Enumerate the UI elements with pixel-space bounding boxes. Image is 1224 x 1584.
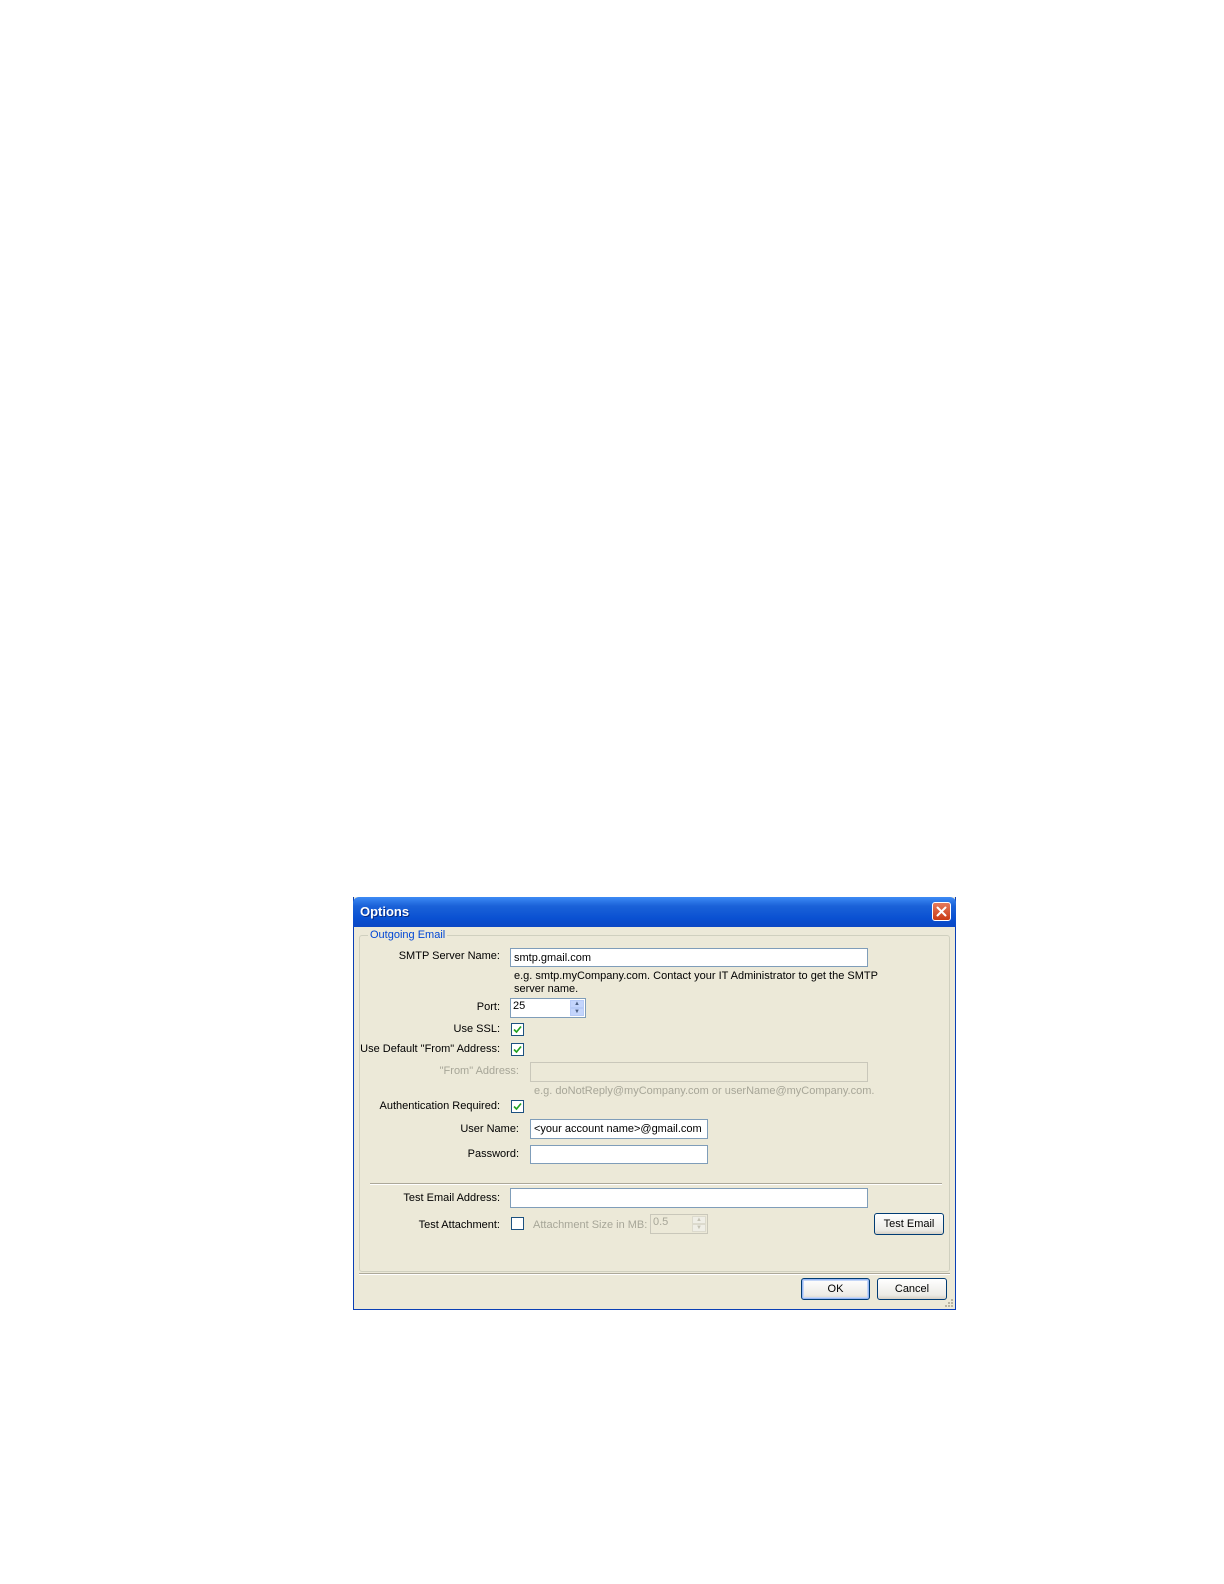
checkmark-icon — [513, 1102, 522, 1111]
port-stepper[interactable]: 25 ▲ ▼ — [510, 998, 586, 1018]
port-spin-buttons[interactable]: ▲ ▼ — [570, 1000, 584, 1016]
ok-button[interactable]: OK — [801, 1278, 870, 1300]
from-address-input[interactable] — [530, 1062, 868, 1082]
spin-down-icon[interactable]: ▼ — [570, 1008, 584, 1016]
spin-up-icon[interactable]: ▲ — [570, 1000, 584, 1008]
use-default-from-label: Use Default "From" Address: — [360, 1043, 500, 1055]
cancel-button[interactable]: Cancel — [877, 1278, 947, 1300]
smtp-hint-line2: server name. — [514, 983, 579, 995]
test-email-button[interactable]: Test Email — [874, 1213, 944, 1235]
use-default-from-checkbox[interactable] — [511, 1043, 524, 1056]
title-bar[interactable]: Options — [353, 897, 956, 927]
smtp-hint-line1: e.g. smtp.myCompany.com. Contact your IT… — [514, 970, 878, 982]
test-attachment-label: Test Attachment: — [418, 1219, 500, 1231]
attachment-size-label: Attachment Size in MB: — [533, 1219, 648, 1231]
authentication-label: Authentication Required: — [379, 1100, 500, 1112]
use-ssl-label: Use SSL: — [453, 1023, 500, 1035]
attachment-size-value: 0.5 — [653, 1216, 669, 1228]
window-title: Options — [360, 904, 410, 919]
test-email-address-input[interactable] — [510, 1188, 868, 1208]
attachment-size-spin-buttons[interactable]: ▲ ▼ — [692, 1216, 706, 1232]
password-input[interactable] — [530, 1145, 708, 1164]
footer-divider — [359, 1273, 950, 1275]
user-name-input[interactable] — [530, 1119, 708, 1139]
smtp-server-label: SMTP Server Name: — [398, 950, 500, 962]
attachment-size-stepper[interactable]: 0.5 ▲ ▼ — [650, 1214, 708, 1234]
close-button[interactable] — [932, 902, 951, 921]
use-ssl-checkbox[interactable] — [511, 1023, 524, 1036]
port-value: 25 — [513, 1000, 526, 1012]
checkmark-icon — [513, 1045, 522, 1054]
spin-up-icon[interactable]: ▲ — [692, 1216, 706, 1224]
authentication-checkbox[interactable] — [511, 1100, 524, 1113]
test-attachment-checkbox[interactable] — [511, 1217, 524, 1230]
from-address-hint: e.g. doNotReply@myCompany.com or userNam… — [534, 1085, 875, 1097]
options-dialog: Options Outgoing Email SMTP Server Name:… — [353, 897, 956, 1310]
checkmark-icon — [513, 1025, 522, 1034]
group-title: Outgoing Email — [368, 929, 448, 941]
password-label: Password: — [467, 1148, 519, 1160]
resize-grip-icon[interactable] — [943, 1297, 953, 1307]
section-divider — [370, 1183, 942, 1185]
from-address-label: "From" Address: — [439, 1065, 519, 1077]
smtp-server-input[interactable] — [510, 948, 868, 967]
user-name-label: User Name: — [460, 1123, 519, 1135]
port-label: Port: — [476, 1001, 500, 1013]
spin-down-icon[interactable]: ▼ — [692, 1224, 706, 1232]
close-icon — [936, 906, 947, 917]
test-email-address-label: Test Email Address: — [403, 1192, 500, 1204]
